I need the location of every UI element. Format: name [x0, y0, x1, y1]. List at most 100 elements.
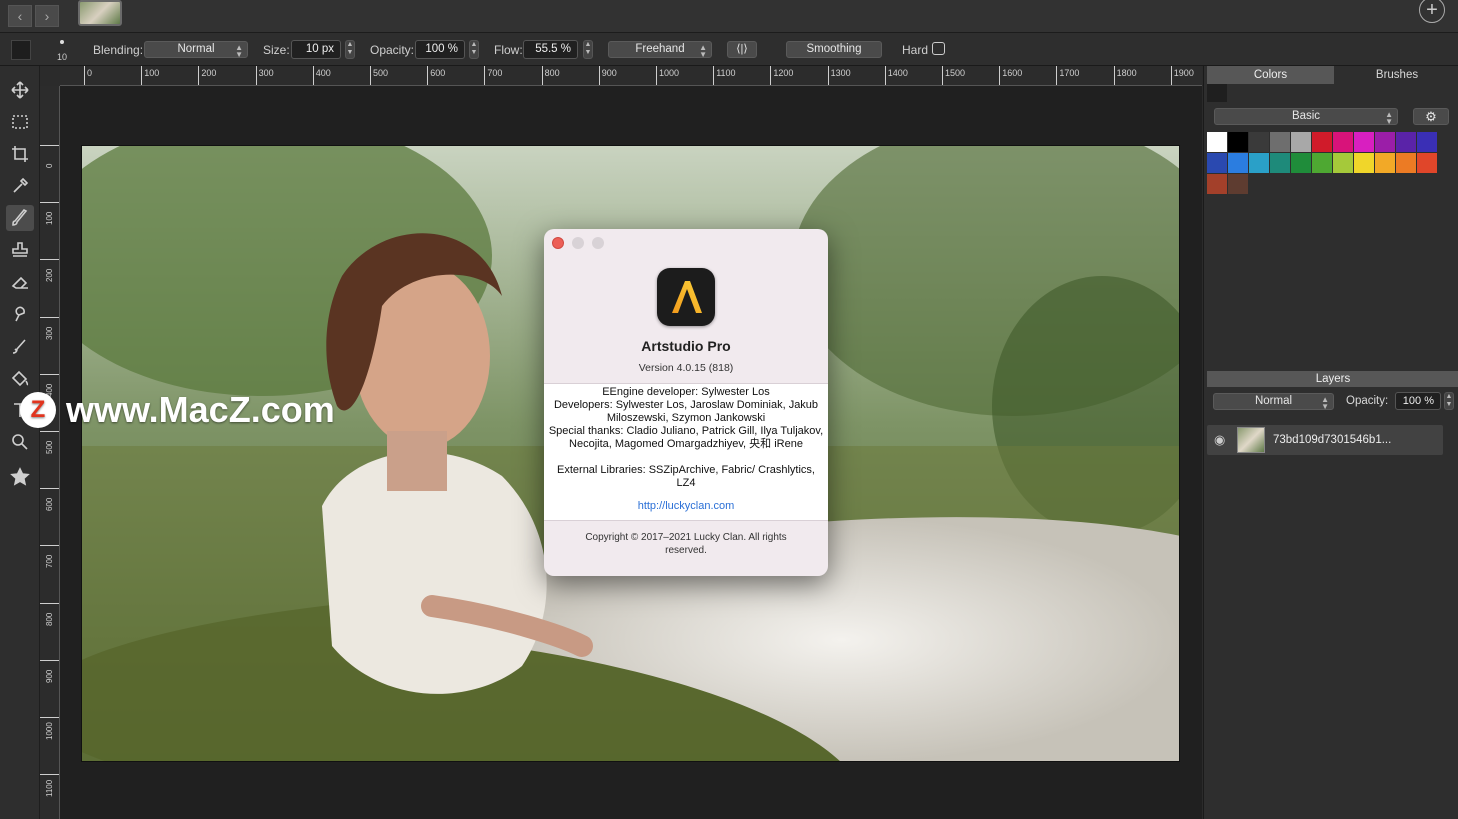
flow-field[interactable]: 55.5 % — [523, 40, 578, 59]
ruler-tick: 1200 — [770, 66, 793, 85]
color-swatch[interactable] — [1207, 132, 1227, 152]
blur-brush-icon — [12, 339, 26, 354]
ruler-tick: 1000 — [40, 717, 59, 740]
layer-opacity-field[interactable]: 100 % — [1395, 392, 1441, 410]
symmetry-button[interactable]: ⟨|⟩ — [727, 41, 757, 58]
favorites-tool[interactable] — [6, 464, 34, 490]
ruler-tick: 1700 — [1056, 66, 1079, 85]
tab-brushes[interactable]: Brushes — [1336, 66, 1458, 84]
layer-opacity-stepper[interactable]: ▲ ▼ — [1444, 392, 1454, 410]
color-swatch[interactable] — [1312, 132, 1332, 152]
color-swatches — [1207, 132, 1447, 196]
palette-settings-button[interactable]: ⚙ — [1413, 108, 1449, 125]
ruler-tick: 1000 — [656, 66, 679, 85]
eraser-tool[interactable] — [6, 269, 34, 295]
eraser-icon — [11, 276, 28, 289]
color-swatch[interactable] — [1207, 174, 1227, 194]
color-swatch[interactable] — [1417, 153, 1437, 173]
minimize-button[interactable] — [572, 237, 584, 249]
hard-checkbox[interactable] — [932, 42, 945, 55]
ruler-tick: 900 — [598, 66, 617, 85]
ruler-tick: 1400 — [884, 66, 908, 85]
eye-icon[interactable]: ◉ — [1214, 432, 1225, 448]
ruler-tick: 300 — [255, 66, 274, 85]
smudge-tool[interactable] — [6, 301, 34, 327]
color-swatch[interactable] — [1354, 153, 1374, 173]
zoom-button[interactable] — [592, 237, 604, 249]
zoom-tool[interactable] — [6, 429, 34, 455]
tool-options-bar: 10 Blending: Normal ▲ ▼ Size: 10 px ▲ ▼ Opa… — [0, 33, 1458, 66]
blending-select[interactable]: Normal ▲ ▼ — [144, 41, 248, 59]
color-swatch[interactable] — [1417, 132, 1437, 152]
layer-opacity-label: Opacity: — [1346, 395, 1389, 407]
marquee-tool[interactable] — [6, 109, 34, 135]
brush-preview-dot — [60, 40, 64, 44]
horizontal-ruler: 0 100 200 300 400 500 600 700 800 900 1000 1100 1200… — [60, 66, 1202, 86]
vertical-ruler: 0100200300400500600700800900100011001200 — [40, 86, 60, 819]
size-stepper[interactable]: ▲ ▼ — [345, 40, 355, 59]
size-field[interactable]: 10 px — [291, 40, 341, 59]
crop-tool[interactable] — [6, 141, 34, 167]
top-bar: ‹ › + — [0, 0, 1458, 33]
color-swatch[interactable] — [1270, 153, 1290, 173]
color-swatch[interactable] — [1354, 132, 1374, 152]
color-well[interactable] — [11, 40, 31, 60]
layer-row[interactable]: ◉ 73bd109d7301546b1... — [1207, 425, 1443, 455]
color-swatch[interactable] — [1396, 132, 1416, 152]
color-swatch[interactable] — [1375, 153, 1395, 173]
color-swatch[interactable] — [1207, 153, 1227, 173]
color-swatch[interactable] — [1228, 174, 1248, 194]
star-icon — [10, 467, 30, 486]
flow-stepper[interactable]: ▲ ▼ — [583, 40, 593, 59]
opacity-field[interactable]: 100 % — [415, 40, 465, 59]
app-logo-icon — [657, 268, 715, 326]
brush-tool[interactable] — [6, 205, 34, 231]
move-tool[interactable] — [6, 77, 34, 103]
color-swatch[interactable] — [1270, 132, 1290, 152]
color-swatch[interactable] — [1249, 132, 1269, 152]
color-swatch[interactable] — [1228, 153, 1248, 173]
updown-icon: ▲ ▼ — [235, 43, 243, 59]
stroke-mode-select[interactable]: Freehand ▲ ▼ — [608, 41, 712, 59]
blending-label: Blending: — [93, 43, 144, 57]
color-swatch[interactable] — [1333, 132, 1353, 152]
add-document-button[interactable]: + — [1419, 0, 1445, 23]
tab-colors[interactable]: Colors — [1207, 66, 1334, 84]
paint-bucket-icon — [11, 370, 29, 387]
magnifier-icon — [12, 434, 28, 450]
ruler-tick: 1600 — [999, 66, 1022, 85]
opacity-label: Opacity: — [370, 43, 415, 57]
ruler-tick: 700 — [484, 66, 502, 85]
color-swatch[interactable] — [1249, 153, 1269, 173]
color-swatch[interactable] — [1375, 132, 1395, 152]
color-swatch[interactable] — [1396, 153, 1416, 173]
layer-blend-select[interactable]: Normal ▲ ▼ — [1213, 393, 1334, 411]
ruler-tick: 400 — [312, 66, 331, 85]
credits-text[interactable]: EEngine developer: Sylwester Los Develop… — [544, 383, 828, 521]
ruler-tick: 300 — [40, 316, 59, 340]
current-color-well[interactable] — [1207, 84, 1227, 102]
ruler-tick: 900 — [40, 659, 59, 683]
ruler-tick: 100 — [40, 202, 59, 225]
smoothing-button[interactable]: Smoothing — [786, 41, 882, 58]
ruler-tick: 100 — [141, 66, 159, 85]
credits-link[interactable]: http://luckyclan.com — [548, 500, 824, 513]
eyedropper-tool[interactable] — [6, 173, 34, 199]
blur-tool[interactable] — [6, 333, 34, 359]
stamp-tool[interactable] — [6, 237, 34, 263]
color-swatch[interactable] — [1291, 132, 1311, 152]
updown-icon: ▲ ▼ — [1321, 395, 1329, 411]
ruler-tick: 800 — [541, 66, 560, 85]
back-button[interactable]: ‹ — [8, 5, 32, 27]
color-swatch[interactable] — [1291, 153, 1311, 173]
ruler-tick: 0 — [84, 66, 92, 85]
document-thumbnail[interactable] — [78, 0, 122, 26]
color-swatch[interactable] — [1312, 153, 1332, 173]
close-button[interactable] — [552, 237, 564, 249]
color-swatch[interactable] — [1333, 153, 1353, 173]
forward-button[interactable]: › — [35, 5, 59, 27]
app-version: Version 4.0.15 (818) — [638, 362, 734, 374]
opacity-stepper[interactable]: ▲ ▼ — [469, 40, 479, 59]
color-swatch[interactable] — [1228, 132, 1248, 152]
palette-select[interactable]: Basic ▲ ▼ — [1214, 108, 1398, 126]
